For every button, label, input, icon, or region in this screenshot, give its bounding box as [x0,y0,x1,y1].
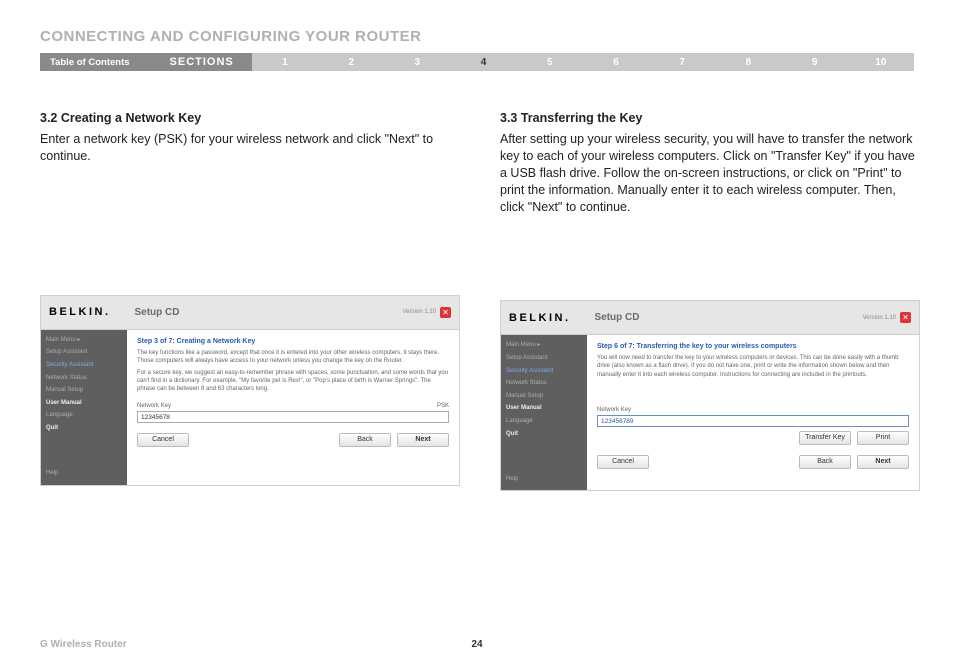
shot-header: BELKIN. Setup CD Version 1.10 ✕ [501,301,919,335]
back-button[interactable]: Back [339,433,391,447]
page-footer: G Wireless Router 24 [40,639,914,650]
sidebar-item-main-menu[interactable]: Main Menu ▸ [506,341,582,351]
sidebar-item-network-status[interactable]: Network Status [46,374,122,384]
body-3-2: Enter a network key (PSK) for your wirel… [40,131,460,165]
main-panel: Step 6 of 7: Transferring the key to you… [587,335,919,490]
nav-numbers: 1 2 3 4 5 6 7 8 9 10 [252,53,914,71]
print-button[interactable]: Print [857,431,909,445]
next-button[interactable]: Next [857,455,909,469]
close-icon[interactable]: ✕ [900,312,911,323]
nav-num-5[interactable]: 5 [517,57,583,68]
nav-num-8[interactable]: 8 [715,57,781,68]
sidebar-item-setup-assistant[interactable]: Setup Assistant [46,348,122,358]
sidebar: Main Menu ▸ Setup Assistant Security Ass… [41,330,127,485]
brand-logo: BELKIN. [49,306,111,318]
nav-num-9[interactable]: 9 [782,57,848,68]
nav-num-10[interactable]: 10 [848,57,914,68]
section-nav-bar: Table of Contents SECTIONS 1 2 3 4 5 6 7… [40,53,914,71]
sidebar-help[interactable]: Help [506,475,582,485]
sidebar-item-language[interactable]: Language [506,417,582,427]
sidebar-item-setup-assistant[interactable]: Setup Assistant [506,354,582,364]
next-button[interactable]: Next [397,433,449,447]
field-label-psk: PSK [437,403,449,409]
nav-num-7[interactable]: 7 [649,57,715,68]
transfer-key-button[interactable]: Transfer Key [799,431,851,445]
field-label-network-key: Network Key [137,403,171,409]
nav-num-3[interactable]: 3 [384,57,450,68]
cancel-button[interactable]: Cancel [137,433,189,447]
paragraph-1: The key functions like a password, excep… [137,349,449,365]
step-title: Step 3 of 7: Creating a Network Key [137,338,449,345]
app-title: Setup CD [135,307,180,318]
sidebar: Main Menu ▸ Setup Assistant Security Ass… [501,335,587,490]
close-icon[interactable]: ✕ [440,307,451,318]
heading-3-3: 3.3 Transferring the Key [500,111,920,125]
left-column: 3.2 Creating a Network Key Enter a netwo… [40,111,460,491]
sidebar-item-quit[interactable]: Quit [46,424,122,434]
screenshot-transfer-key: BELKIN. Setup CD Version 1.10 ✕ Main Men… [500,300,920,491]
page-number: 24 [471,639,482,650]
sidebar-item-security-assistant[interactable]: Security Assistant [46,361,122,371]
page-title: CONNECTING AND CONFIGURING YOUR ROUTER [40,28,914,45]
heading-3-2: 3.2 Creating a Network Key [40,111,460,125]
sidebar-item-manual-setup[interactable]: Manual Setup [506,392,582,402]
sidebar-item-network-status[interactable]: Network Status [506,379,582,389]
nav-num-4[interactable]: 4 [450,57,516,68]
sidebar-item-manual-setup[interactable]: Manual Setup [46,386,122,396]
nav-toc[interactable]: Table of Contents [40,53,140,71]
paragraph-2: For a secure key, we suggest an easy-to-… [137,369,449,393]
screenshot-create-key: BELKIN. Setup CD Version 1.10 ✕ Main Men… [40,295,460,486]
version-text: Version 1.10 [863,315,896,321]
nav-num-1[interactable]: 1 [252,57,318,68]
network-key-input[interactable]: 12345678 [137,411,449,423]
step-title: Step 6 of 7: Transferring the key to you… [597,343,909,350]
version-text: Version 1.10 [403,309,436,315]
app-title: Setup CD [595,312,640,323]
footer-product: G Wireless Router [40,639,127,650]
field-label-network-key: Network Key [597,407,631,413]
sidebar-item-language[interactable]: Language [46,411,122,421]
right-column: 3.3 Transferring the Key After setting u… [500,111,920,491]
cancel-button[interactable]: Cancel [597,455,649,469]
sidebar-help[interactable]: Help [46,469,122,479]
sidebar-item-security-assistant[interactable]: Security Assistant [506,367,582,377]
brand-logo: BELKIN. [509,312,571,324]
nav-num-6[interactable]: 6 [583,57,649,68]
paragraph-1: You will now need to transfer the key to… [597,354,909,378]
shot-header: BELKIN. Setup CD Version 1.10 ✕ [41,296,459,330]
sidebar-item-main-menu[interactable]: Main Menu ▸ [46,336,122,346]
sidebar-item-user-manual[interactable]: User Manual [506,404,582,414]
back-button[interactable]: Back [799,455,851,469]
sidebar-item-quit[interactable]: Quit [506,430,582,440]
nav-num-2[interactable]: 2 [318,57,384,68]
main-panel: Step 3 of 7: Creating a Network Key The … [127,330,459,485]
body-3-3: After setting up your wireless security,… [500,131,920,215]
nav-sections-label: SECTIONS [140,53,252,71]
network-key-input[interactable]: 123456789 [597,415,909,427]
sidebar-item-user-manual[interactable]: User Manual [46,399,122,409]
